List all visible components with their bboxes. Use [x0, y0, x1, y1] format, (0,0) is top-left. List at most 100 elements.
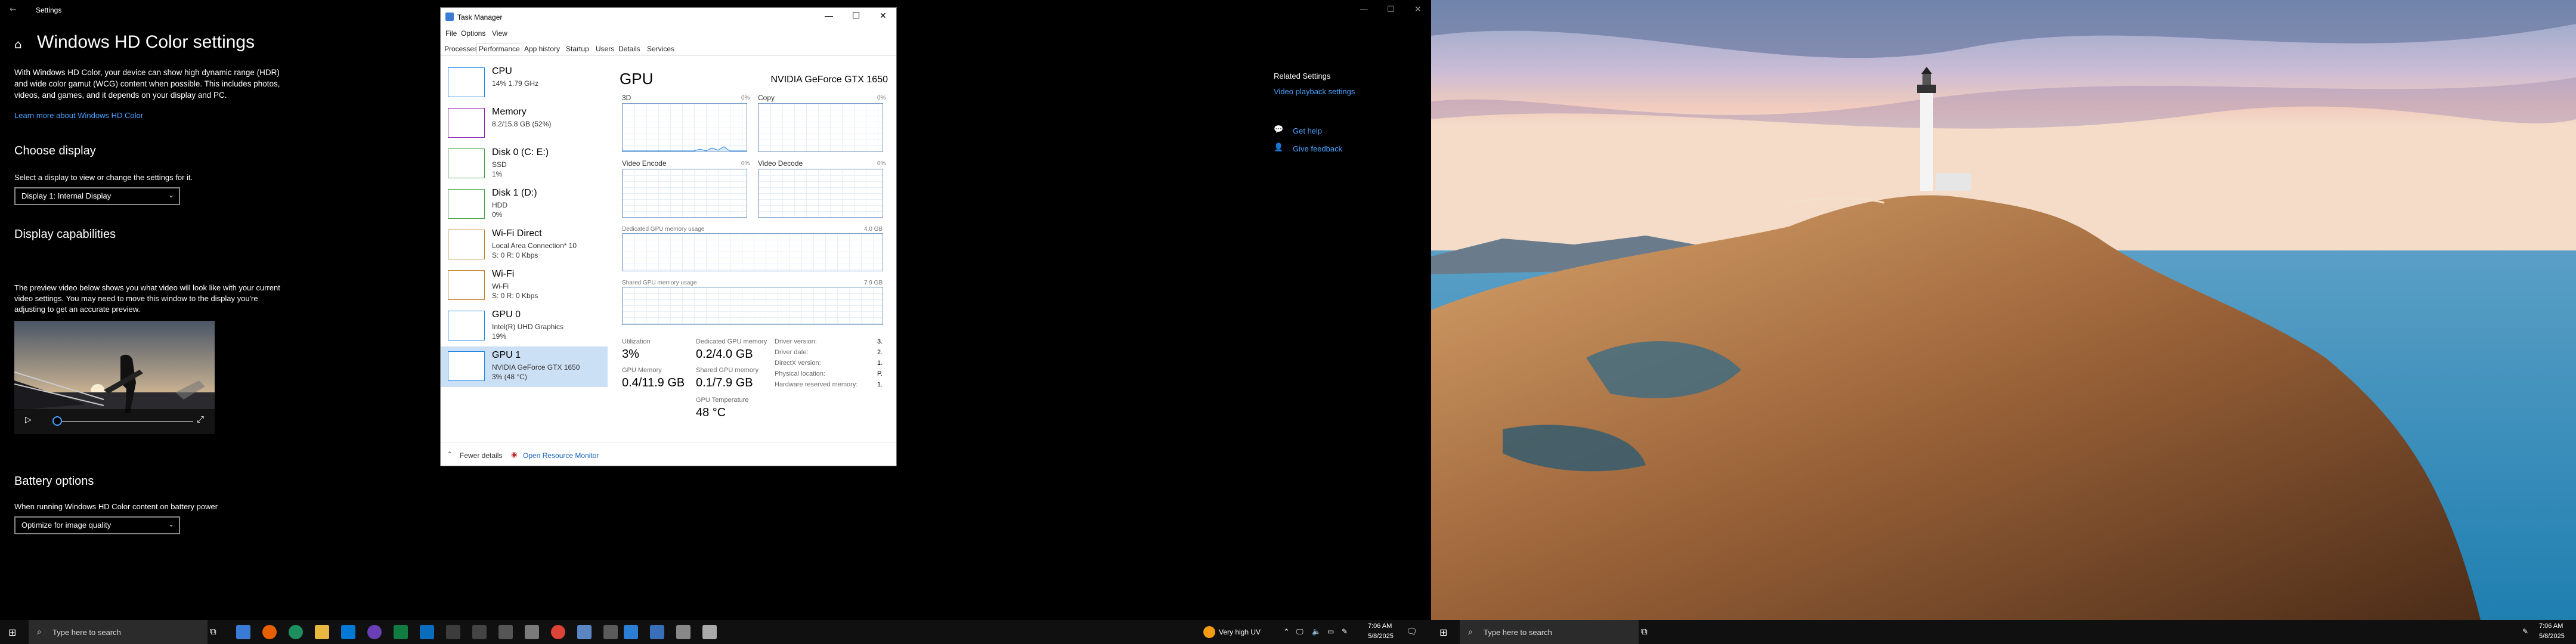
sidebar-item-detail2: 3% (48 °C): [492, 373, 527, 381]
settings-gear-icon[interactable]: [676, 625, 691, 639]
disk1-thumbnail-graph: [448, 189, 485, 219]
firefox-icon[interactable]: [262, 625, 277, 639]
sidebar-item-detail: Local Area Connection* 10: [492, 242, 577, 250]
battery-label: When running Windows HD Color content on…: [14, 502, 218, 511]
search-box[interactable]: ⌕ Type here to search: [29, 620, 208, 644]
app-icon-6[interactable]: [367, 625, 382, 639]
sidebar-item-gpu0[interactable]: GPU 0 Intel(R) UHD Graphics 19%: [441, 306, 608, 346]
sidebar-item-disk1[interactable]: Disk 1 (D:) HDD 0%: [441, 184, 608, 225]
sidebar-item-name: CPU: [492, 66, 512, 76]
sidebar-item-wifi[interactable]: Wi-Fi Wi-Fi S: 0 R: 0 Kbps: [441, 265, 608, 306]
sidebar-item-gpu1[interactable]: GPU 1 NVIDIA GeForce GTX 1650 3% (48 °C): [441, 346, 608, 387]
menu-file[interactable]: File: [445, 29, 457, 38]
clock-date[interactable]: 5/8/2025: [2539, 633, 2565, 640]
edge-icon[interactable]: [289, 625, 303, 639]
graph-3d-trace: [623, 146, 747, 151]
open-resource-monitor-link[interactable]: Open Resource Monitor: [523, 451, 599, 460]
task-manager-app-icon: [445, 13, 454, 21]
graph-video-decode: [758, 169, 883, 218]
graph-pct-copy: 0%: [877, 95, 886, 101]
learn-more-link[interactable]: Learn more about Windows HD Color: [14, 111, 143, 120]
app-icon-10[interactable]: [472, 625, 487, 639]
sidebar-item-wifi-direct[interactable]: Wi-Fi Direct Local Area Connection* 10 S…: [441, 225, 608, 265]
sidebar-item-detail2: 19%: [492, 332, 507, 340]
display-select[interactable]: Display 1: Internal Display ⌄: [14, 187, 180, 205]
sidebar-item-memory[interactable]: Memory 8.2/15.8 GB (52%): [441, 103, 608, 144]
pen-icon[interactable]: ✎: [1342, 627, 1348, 636]
task-manager-taskbar-icon[interactable]: [577, 625, 592, 639]
weather-text[interactable]: Very high UV: [1219, 628, 1261, 636]
back-arrow-icon[interactable]: ←: [10, 5, 17, 14]
search-icon: ⌕: [37, 627, 42, 636]
get-help-link[interactable]: Get help: [1293, 126, 1322, 135]
app-icon-7[interactable]: [394, 625, 408, 639]
related-settings-heading: Related Settings: [1274, 72, 1331, 80]
minimize-icon[interactable]: —: [825, 11, 833, 20]
tab-details[interactable]: Details: [618, 45, 640, 53]
close-icon[interactable]: ✕: [1414, 5, 1422, 14]
maximize-icon[interactable]: ☐: [852, 10, 860, 21]
network-icon[interactable]: 🖵: [1296, 627, 1304, 636]
clock-time[interactable]: 7:06 AM: [1368, 623, 1392, 630]
tab-processes[interactable]: Processes: [444, 45, 478, 53]
minimize-icon[interactable]: —: [1360, 5, 1368, 14]
tab-app-history[interactable]: App history: [524, 45, 560, 53]
task-view-icon[interactable]: ⧉: [210, 627, 216, 637]
weather-sun-icon[interactable]: [1203, 626, 1215, 638]
taskbar-secondary: ⊞ ⌕ Type here to search ⧉ ✎ 7:06 AM 5/8/…: [1431, 620, 2576, 644]
settings-window-title: Settings: [36, 6, 62, 14]
tab-users[interactable]: Users: [596, 45, 614, 53]
app-icon-11[interactable]: [499, 625, 513, 639]
clock-date[interactable]: 5/8/2025: [1368, 633, 1394, 640]
task-view-icon[interactable]: ⧉: [1641, 627, 1648, 637]
app-icon-19[interactable]: [702, 625, 717, 639]
app-icon-16[interactable]: [624, 625, 638, 639]
video-playback-link[interactable]: Video playback settings: [1274, 87, 1355, 96]
vscode-icon[interactable]: [420, 625, 434, 639]
app-icon-9[interactable]: [446, 625, 460, 639]
volume-icon[interactable]: 🔈: [1312, 627, 1321, 636]
clock-time[interactable]: 7:06 AM: [2539, 623, 2563, 630]
app-icon-15[interactable]: [603, 625, 618, 639]
file-explorer-icon[interactable]: [315, 625, 329, 639]
tray-chevron-icon[interactable]: ⌃: [1283, 627, 1290, 637]
chrome-icon[interactable]: [551, 625, 565, 639]
app-icon-12[interactable]: [525, 625, 539, 639]
menu-options[interactable]: Options: [461, 29, 485, 38]
search-box[interactable]: ⌕ Type here to search: [1460, 620, 1639, 644]
tab-performance[interactable]: Performance: [476, 44, 522, 54]
app-icon-1[interactable]: [236, 625, 250, 639]
tab-startup[interactable]: Startup: [566, 45, 589, 53]
video-seek-bar[interactable]: [57, 421, 193, 422]
display-select-value: Display 1: Internal Display: [21, 191, 112, 200]
graph-label-video-encode: Video Encode: [622, 159, 667, 168]
dedicated-usage-max: 4.0 GB: [864, 226, 883, 233]
dedicated-mem-label: Dedicated GPU memory: [696, 338, 767, 345]
windows-start-icon[interactable]: ⊞: [1439, 627, 1447, 639]
fewer-details-link[interactable]: Fewer details: [460, 451, 502, 460]
seek-thumb[interactable]: [52, 416, 62, 426]
give-feedback-link[interactable]: Give feedback: [1293, 144, 1342, 153]
windows-start-icon[interactable]: ⊞: [8, 627, 16, 639]
play-icon[interactable]: ▷: [25, 415, 32, 425]
driver-date-label: Driver date:: [775, 349, 809, 356]
maximize-icon[interactable]: ☐: [1387, 5, 1395, 14]
chevron-up-icon[interactable]: ⌃: [447, 450, 453, 459]
tab-services[interactable]: Services: [647, 45, 674, 53]
hw-reserved-value: 1.: [877, 381, 883, 388]
app-icon-17[interactable]: [650, 625, 664, 639]
battery-icon[interactable]: ▭: [1327, 627, 1334, 636]
physical-location-value: P.: [877, 370, 883, 377]
sidebar-item-detail2: 1%: [492, 170, 503, 178]
outlook-icon[interactable]: [341, 625, 355, 639]
notification-icon[interactable]: 🗨: [1406, 626, 1417, 637]
battery-heading: Battery options: [14, 475, 94, 488]
fullscreen-icon[interactable]: ⤢: [197, 414, 204, 425]
battery-select[interactable]: Optimize for image quality ⌄: [14, 516, 180, 534]
sidebar-item-disk0[interactable]: Disk 0 (C: E:) SSD 1%: [441, 144, 608, 184]
close-icon[interactable]: ✕: [880, 11, 887, 21]
graph-label-video-decode: Video Decode: [758, 159, 803, 168]
menu-view[interactable]: View: [492, 29, 507, 38]
pen-icon[interactable]: ✎: [2522, 627, 2528, 636]
sidebar-item-cpu[interactable]: CPU 14% 1.79 GHz: [441, 63, 608, 103]
